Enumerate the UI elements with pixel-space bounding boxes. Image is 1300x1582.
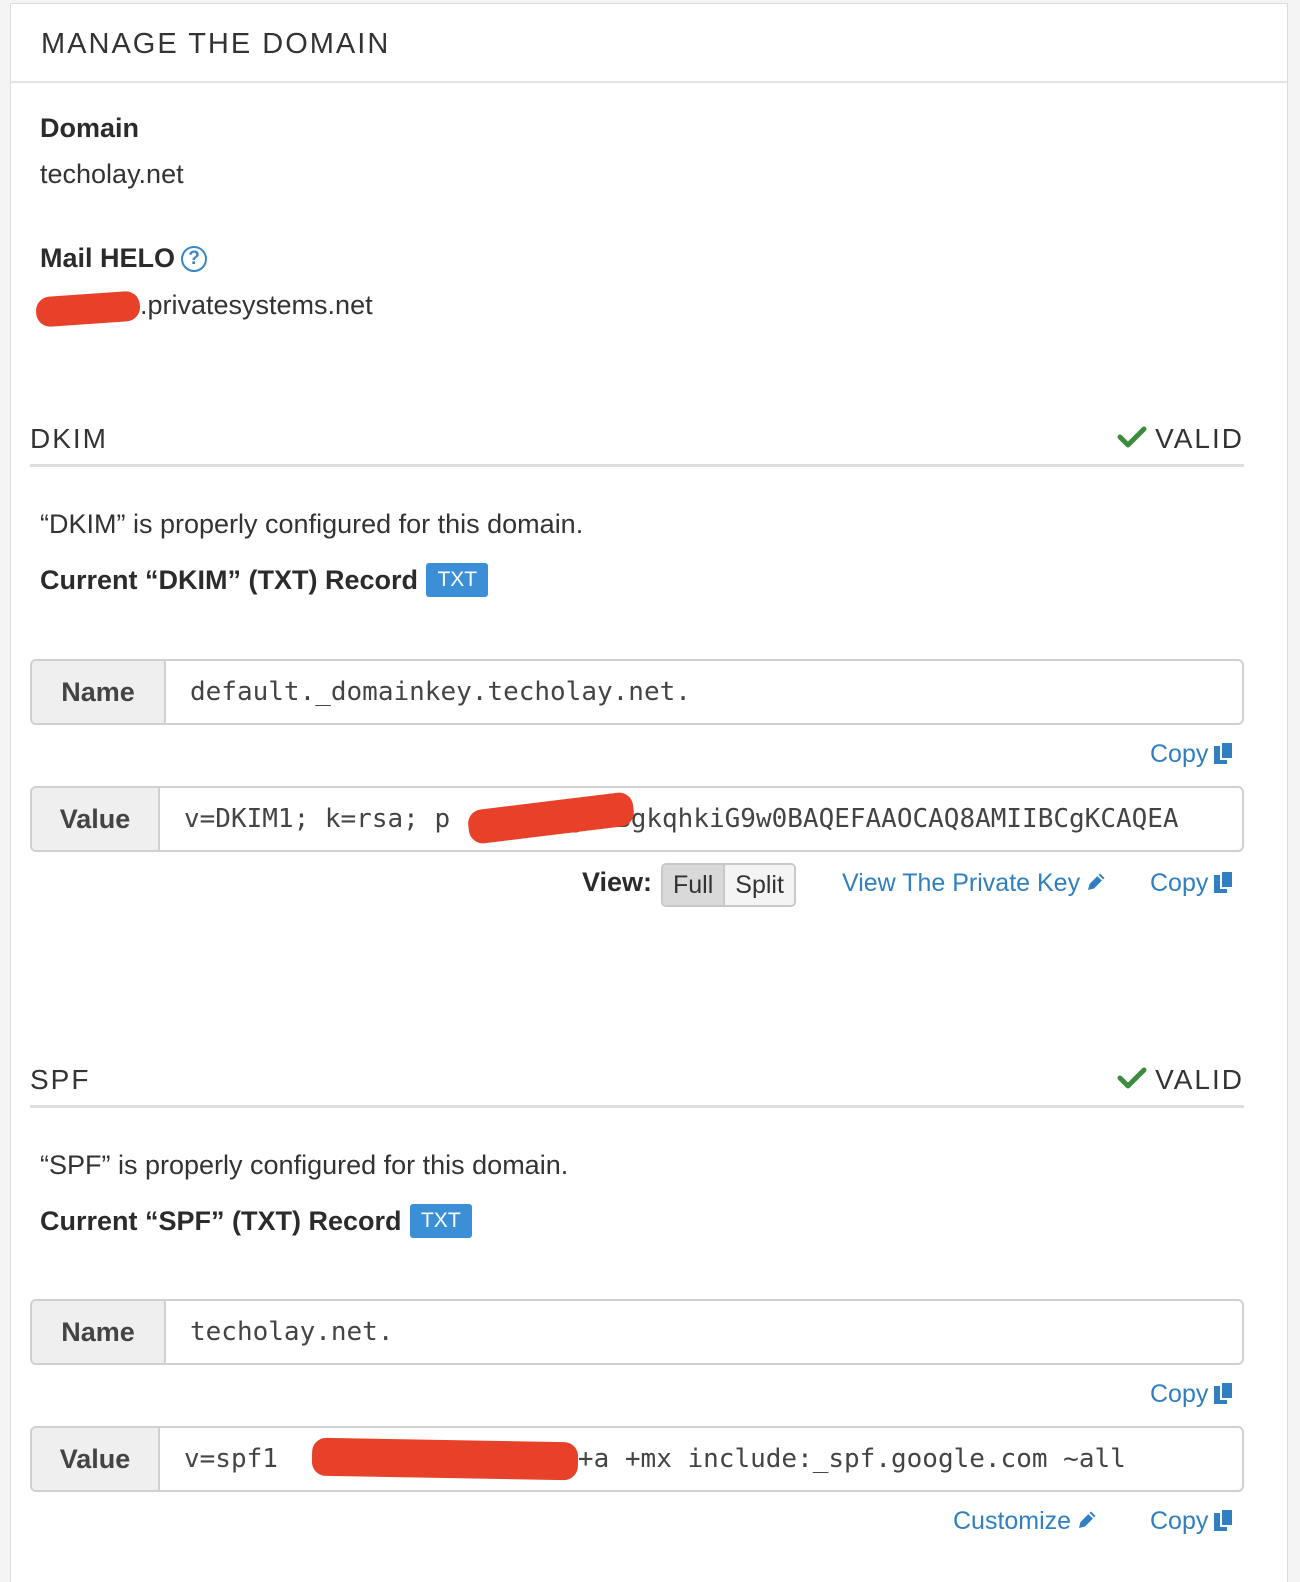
helo-value: .privatesystems.net (140, 290, 373, 320)
helo-heading: Mail HELO? (40, 243, 208, 274)
spf-value-field[interactable]: Value v=spf1 +a +mx include:_spf.google.c… (30, 1426, 1244, 1492)
dkim-value-text[interactable]: v=DKIM1; k=rsa; p gANBgkqhkiG9w0BAQEFAAOC… (184, 788, 1218, 850)
view-toggle[interactable]: Full Split (661, 863, 796, 907)
spf-record-title: Current “SPF” (TXT) Record (40, 1206, 402, 1236)
spf-record-heading: Current “SPF” (TXT) Record TXT (40, 1204, 472, 1238)
dkim-txt-badge: TXT (426, 563, 489, 597)
dkim-status-text: VALID (1155, 423, 1244, 454)
dkim-name-copy-button[interactable]: Copy (1150, 740, 1235, 769)
spf-value-prefix: v=spf1 (184, 1444, 278, 1474)
spf-name-copy-label: Copy (1150, 1380, 1209, 1408)
spf-title: SPF (30, 1064, 91, 1095)
customize-label: Customize (953, 1507, 1072, 1535)
dkim-name-value[interactable]: default._domainkey.techolay.net. (190, 661, 1232, 723)
view-label: View: (582, 867, 653, 897)
spf-section-header: SPF VALID (30, 1064, 1244, 1108)
dkim-section-header: DKIM VALID (30, 423, 1244, 467)
dkim-record-heading: Current “DKIM” (TXT) Record TXT (40, 563, 489, 597)
dkim-value-suffix: gANBgkqhkiG9w0BAQEFAAOCAQ8AMIIBCgKCAQEA (568, 804, 1179, 834)
dkim-value-copy-button[interactable]: Copy (1150, 869, 1235, 898)
spf-status-text: VALID (1155, 1064, 1244, 1095)
copy-icon (1214, 1508, 1235, 1532)
view-private-key-label: View The Private Key (842, 869, 1081, 897)
copy-icon (1214, 1381, 1235, 1405)
spf-txt-badge: TXT (409, 1204, 472, 1238)
spf-name-label: Name (32, 1301, 166, 1363)
spf-name-field[interactable]: Name techolay.net. (30, 1299, 1244, 1365)
spf-value-copy-label: Copy (1150, 1507, 1209, 1535)
spf-value-label: Value (32, 1428, 160, 1490)
redaction-mark (311, 1437, 579, 1481)
pencil-icon (1079, 1511, 1096, 1528)
check-icon (1117, 426, 1147, 448)
copy-icon (1214, 870, 1235, 894)
dkim-value-prefix: v=DKIM1; k=rsa; p (184, 804, 451, 834)
dkim-status: VALID (1117, 423, 1244, 455)
panel-header: MANAGE THE DOMAIN (11, 4, 1287, 83)
spf-description: “SPF” is properly configured for this do… (40, 1150, 569, 1180)
dkim-value-field[interactable]: Value v=DKIM1; k=rsa; p gANBgkqhkiG9w0BAQ… (30, 786, 1244, 852)
dkim-name-field[interactable]: Name default._domainkey.techolay.net. (30, 659, 1244, 725)
helo-label: Mail HELO (40, 243, 176, 273)
dkim-name-copy-label: Copy (1150, 740, 1209, 768)
spf-status: VALID (1117, 1064, 1244, 1096)
dkim-description: “DKIM” is properly configured for this d… (40, 509, 584, 539)
dkim-value-copy-label: Copy (1150, 869, 1209, 897)
dkim-value-label: Value (32, 788, 160, 850)
panel-title: MANAGE THE DOMAIN (41, 28, 391, 60)
copy-icon (1214, 741, 1235, 765)
view-private-key-link[interactable]: View The Private Key (842, 869, 1108, 898)
pencil-icon (1088, 873, 1105, 890)
dkim-record-title: Current “DKIM” (TXT) Record (40, 565, 418, 595)
spf-value-suffix: +a +mx include:_spf.google.com ~all (577, 1444, 1126, 1474)
dkim-title: DKIM (30, 423, 108, 454)
dkim-name-label: Name (32, 661, 166, 723)
question-circle-icon[interactable]: ? (181, 246, 208, 272)
view-split-button[interactable]: Split (725, 865, 794, 905)
spf-name-copy-button[interactable]: Copy (1150, 1380, 1235, 1409)
domain-value: techolay.net (40, 159, 184, 189)
spf-value-copy-button[interactable]: Copy (1150, 1507, 1235, 1536)
domain-label: Domain (40, 113, 140, 143)
view-full-button[interactable]: Full (663, 865, 726, 905)
check-icon (1117, 1067, 1147, 1089)
customize-link[interactable]: Customize (953, 1507, 1099, 1536)
spf-name-value[interactable]: techolay.net. (190, 1301, 1232, 1363)
